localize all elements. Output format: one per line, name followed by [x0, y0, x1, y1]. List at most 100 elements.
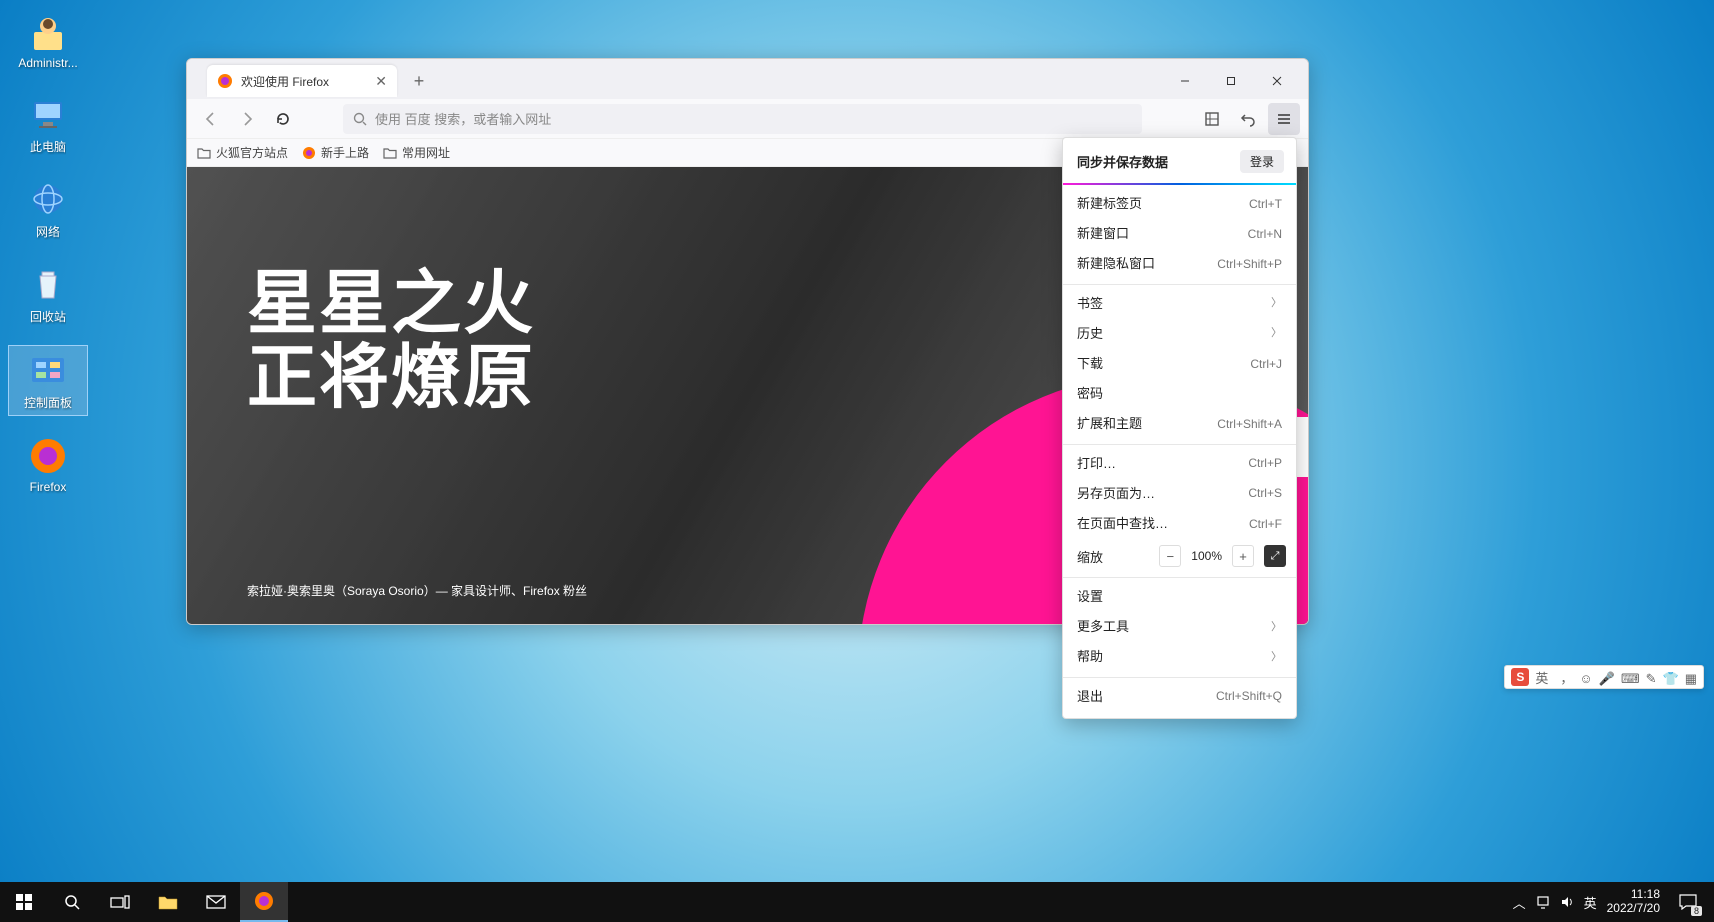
desktop-icon-recycle[interactable]: 回收站 — [8, 260, 88, 329]
sogou-ime-icon[interactable]: S — [1511, 668, 1529, 686]
navigation-toolbar: 使用 百度 搜索，或者输入网址 — [187, 99, 1308, 139]
ime-tool-icon[interactable]: ☺ — [1579, 671, 1592, 686]
menu-separator — [1063, 444, 1296, 445]
fullscreen-button[interactable]: ⤢ — [1264, 545, 1286, 567]
menu-item[interactable]: 设置 — [1063, 582, 1296, 612]
menu-item[interactable]: 历史〉 — [1063, 319, 1296, 349]
desktop-icon-label: 网络 — [36, 223, 60, 240]
chevron-right-icon: 〉 — [1271, 620, 1282, 635]
bookmark-label: 新手上路 — [321, 144, 369, 161]
reload-button[interactable] — [267, 103, 299, 135]
menu-item-label: 扩展和主题 — [1077, 415, 1142, 433]
menu-item-label: 新建窗口 — [1077, 225, 1129, 243]
menu-item[interactable]: 下载Ctrl+J — [1063, 349, 1296, 379]
menu-sync-header: 同步并保存数据 登录 — [1063, 144, 1296, 183]
desktop-icon-pc[interactable]: 此电脑 — [8, 90, 88, 159]
ime-mode[interactable]: 英 — [1535, 668, 1548, 687]
browser-tab[interactable]: 欢迎使用 Firefox ✕ — [207, 65, 397, 97]
tray-network-icon[interactable] — [1536, 895, 1550, 909]
menu-item[interactable]: 书签〉 — [1063, 289, 1296, 319]
menu-item[interactable]: 在页面中查找…Ctrl+F — [1063, 509, 1296, 539]
menu-zoom-row: 缩放 − 100% + ⤢ — [1063, 539, 1296, 573]
menu-item-label: 在页面中查找… — [1077, 515, 1168, 533]
menu-item[interactable]: 更多工具〉 — [1063, 612, 1296, 642]
menu-separator — [1063, 284, 1296, 285]
tray-volume-icon[interactable] — [1560, 895, 1574, 909]
window-maximize-button[interactable] — [1208, 66, 1254, 96]
menu-item[interactable]: 扩展和主题Ctrl+Shift+A — [1063, 409, 1296, 439]
undo-button[interactable] — [1232, 103, 1264, 135]
menu-item[interactable]: 新建隐私窗口 Ctrl+Shift+P — [1063, 249, 1296, 279]
desktop-icon-network[interactable]: 网络 — [8, 175, 88, 244]
desktop-icon-firefox[interactable]: Firefox — [8, 432, 88, 498]
menu-item[interactable]: 帮助〉 — [1063, 642, 1296, 672]
desktop-icon-control[interactable]: 控制面板 — [8, 345, 88, 416]
desktop-icons: Administr... 此电脑网络回收站控制面板 Firefox — [8, 8, 88, 514]
chevron-right-icon: 〉 — [1271, 296, 1282, 311]
recycle-icon — [28, 264, 68, 304]
window-close-button[interactable] — [1254, 66, 1300, 96]
menu-item[interactable]: 退出Ctrl+Shift+Q — [1063, 682, 1296, 712]
menu-item[interactable]: 打印…Ctrl+P — [1063, 449, 1296, 479]
login-button[interactable]: 登录 — [1240, 150, 1284, 173]
forward-button[interactable] — [231, 103, 263, 135]
bookmark-item[interactable]: 常用网址 — [383, 144, 450, 161]
file-explorer-button[interactable] — [144, 882, 192, 922]
task-view-button[interactable] — [96, 882, 144, 922]
menu-item[interactable]: 新建标签页Ctrl+T — [1063, 189, 1296, 219]
firefox-icon — [302, 146, 316, 160]
menu-shortcut: Ctrl+S — [1248, 485, 1282, 502]
menu-item-label: 设置 — [1077, 588, 1103, 606]
hamburger-menu-button[interactable] — [1268, 103, 1300, 135]
taskbar-clock[interactable]: 11:18 2022/7/20 — [1607, 888, 1660, 916]
urlbar-placeholder: 使用 百度 搜索，或者输入网址 — [375, 109, 551, 128]
tray-ime-indicator[interactable]: 英 — [1584, 893, 1597, 912]
zoom-in-button[interactable]: + — [1232, 545, 1254, 567]
menu-item[interactable]: 新建窗口 Ctrl+N — [1063, 219, 1296, 249]
notification-badge: 8 — [1691, 906, 1702, 916]
back-button[interactable] — [195, 103, 227, 135]
folder-icon — [197, 147, 211, 159]
app-menu-popup: 同步并保存数据 登录 新建标签页Ctrl+T 新建窗口 Ctrl+N 新建隐私窗口 Ct… — [1062, 137, 1297, 719]
start-button[interactable] — [0, 882, 48, 922]
ime-tool-icon[interactable]: ✎ — [1646, 671, 1657, 686]
tab-close-icon[interactable]: ✕ — [375, 74, 387, 88]
desktop-icon-label: 回收站 — [30, 308, 66, 325]
menu-item-label: 历史 — [1077, 325, 1103, 343]
hero-caption: 索拉娅·奥索里奥（Soraya Osorio）— 家具设计师、Firefox 粉… — [247, 582, 587, 599]
tab-title: 欢迎使用 Firefox — [241, 73, 329, 90]
menu-item-label: 密码 — [1077, 385, 1103, 403]
menu-item-label: 新建隐私窗口 — [1077, 255, 1155, 273]
url-bar[interactable]: 使用 百度 搜索，或者输入网址 — [343, 104, 1142, 134]
tray-chevron-icon[interactable]: ︿ — [1513, 893, 1526, 912]
ime-tool-icon[interactable]: 🎤 — [1599, 671, 1615, 686]
menu-shortcut: Ctrl+Shift+P — [1217, 256, 1282, 273]
menu-item[interactable]: 密码 — [1063, 379, 1296, 409]
menu-shortcut: Ctrl+J — [1250, 356, 1282, 373]
zoom-out-button[interactable]: − — [1159, 545, 1181, 567]
pc-icon — [28, 94, 68, 134]
notification-center-button[interactable]: 8 — [1670, 882, 1706, 922]
ime-toolbar[interactable]: S 英 ， ☺ 🎤 ⌨ ✎ 👕 ▦ — [1504, 665, 1704, 689]
ime-tool-icon[interactable]: ⌨ — [1621, 671, 1640, 686]
ime-tool-icon[interactable]: ， — [1560, 671, 1573, 686]
menu-shortcut: Ctrl+N — [1248, 226, 1282, 243]
new-tab-button[interactable]: + — [405, 67, 433, 95]
ime-tool-icon[interactable]: ▦ — [1685, 671, 1697, 686]
bookmark-item[interactable]: 火狐官方站点 — [197, 144, 288, 161]
search-button[interactable] — [48, 882, 96, 922]
window-minimize-button[interactable] — [1162, 66, 1208, 96]
tab-strip: 欢迎使用 Firefox ✕ + — [187, 59, 1308, 99]
menu-item[interactable]: 另存页面为…Ctrl+S — [1063, 479, 1296, 509]
firefox-icon — [28, 436, 68, 476]
mail-button[interactable] — [192, 882, 240, 922]
ime-tool-icon[interactable]: 👕 — [1663, 671, 1679, 686]
desktop-icon-label: 控制面板 — [24, 394, 72, 411]
taskbar: ︿ 英 11:18 2022/7/20 8 — [0, 882, 1714, 922]
firefox-taskbar-button[interactable] — [240, 882, 288, 922]
desktop-icon-user[interactable]: Administr... — [8, 8, 88, 74]
zoom-percentage: 100% — [1191, 549, 1222, 563]
screenshot-button[interactable] — [1196, 103, 1228, 135]
bookmark-item[interactable]: 新手上路 — [302, 144, 369, 161]
hero-line1: 星星之火 — [247, 267, 535, 341]
